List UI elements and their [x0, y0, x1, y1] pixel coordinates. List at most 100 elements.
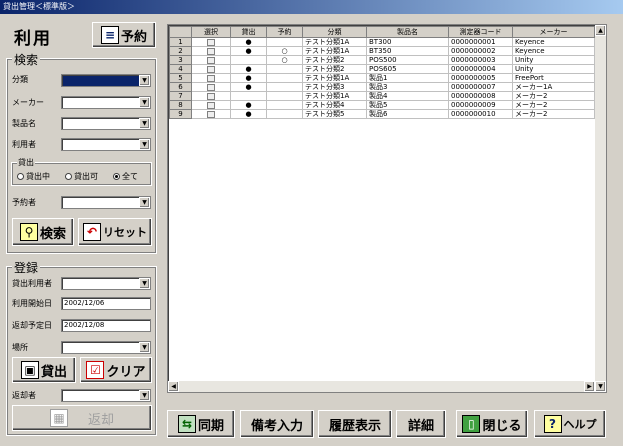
code-cell[interactable]: 0000000004 [448, 64, 513, 74]
select-cell[interactable] [191, 64, 231, 74]
select-checkbox-icon[interactable] [207, 65, 215, 73]
reserved-cell[interactable] [266, 37, 303, 47]
lent-cell[interactable]: ● [230, 100, 267, 110]
table-row[interactable]: 4 ● テスト分類2 POS605 0000000004 Unity [169, 64, 595, 74]
return-button[interactable]: ▦ 返却 [12, 405, 152, 431]
history-button[interactable]: 履歴表示 [318, 410, 392, 438]
return-date-field[interactable]: 2002/12/08 [61, 319, 151, 332]
chevron-down-icon[interactable]: ▼ [139, 342, 150, 353]
lent-cell[interactable]: ● [230, 64, 267, 74]
code-cell[interactable]: 0000000003 [448, 55, 513, 65]
scroll-left-icon[interactable]: ◀ [168, 381, 179, 392]
table-row[interactable]: 6 ● テスト分類3 製品3 0000000007 メーカー1A [169, 82, 595, 92]
code-cell[interactable]: 0000000007 [448, 82, 513, 92]
table-row[interactable]: 3 ○ テスト分類2 POS500 0000000003 Unity [169, 55, 595, 65]
table-row[interactable]: 9 ● テスト分類5 製品6 0000000010 メーカー2 [169, 109, 595, 119]
product-cell[interactable]: 製品6 [366, 109, 449, 119]
scroll-up-icon[interactable]: ▲ [595, 25, 606, 36]
col-lent[interactable]: 貸出 [230, 26, 267, 38]
select-checkbox-icon[interactable] [207, 110, 215, 118]
table-row[interactable]: 7 テスト分類1A 製品4 0000000008 メーカー2 [169, 91, 595, 101]
code-cell[interactable]: 0000000009 [448, 100, 513, 110]
radio-available[interactable]: 貸出可 [65, 171, 98, 182]
select-cell[interactable] [191, 109, 231, 119]
scroll-right-icon[interactable]: ▶ [584, 381, 595, 392]
user-select[interactable]: ▼ [61, 138, 151, 151]
col-category[interactable]: 分類 [302, 26, 367, 38]
lent-cell[interactable] [230, 91, 267, 101]
code-cell[interactable]: 0000000008 [448, 91, 513, 101]
radio-lent[interactable]: 貸出中 [17, 171, 50, 182]
product-cell[interactable]: 製品1 [366, 73, 449, 83]
product-cell[interactable]: POS605 [366, 64, 449, 74]
product-cell[interactable]: BT300 [366, 37, 449, 47]
maker-cell[interactable]: Keyence [512, 37, 595, 47]
product-cell[interactable]: BT350 [366, 46, 449, 56]
category-select[interactable]: ▼ [61, 74, 151, 87]
table-row[interactable]: 8 ● テスト分類4 製品5 0000000009 メーカー2 [169, 100, 595, 110]
chevron-down-icon[interactable]: ▼ [139, 118, 150, 129]
radio-button[interactable] [113, 173, 120, 180]
chevron-down-icon[interactable]: ▼ [139, 97, 150, 108]
lend-button[interactable]: ▣ 貸出 [12, 357, 76, 383]
maker-cell[interactable]: メーカー2 [512, 100, 595, 110]
clear-button[interactable]: ☑ クリア [80, 357, 152, 383]
start-date-field[interactable]: 2002/12/06 [61, 297, 151, 310]
reserved-cell[interactable]: ○ [266, 55, 303, 65]
select-cell[interactable] [191, 37, 231, 47]
chevron-down-icon[interactable]: ▼ [139, 75, 150, 86]
category-cell[interactable]: テスト分類1A [302, 46, 367, 56]
reserved-cell[interactable] [266, 64, 303, 74]
maker-cell[interactable]: メーカー2 [512, 91, 595, 101]
help-button[interactable]: ? ヘルプ [534, 410, 606, 438]
select-cell[interactable] [191, 55, 231, 65]
reserve-button[interactable]: ≡ 予約 [92, 22, 156, 48]
category-cell[interactable]: テスト分類1A [302, 91, 367, 101]
product-cell[interactable]: 製品3 [366, 82, 449, 92]
maker-cell[interactable]: Unity [512, 64, 595, 74]
lent-cell[interactable]: ● [230, 109, 267, 119]
reset-button[interactable]: ↶ リセット [78, 218, 152, 246]
maker-cell[interactable]: メーカー1A [512, 82, 595, 92]
col-code[interactable]: 測定器コード [448, 26, 513, 38]
category-cell[interactable]: テスト分類5 [302, 109, 367, 119]
select-checkbox-icon[interactable] [207, 83, 215, 91]
lent-cell[interactable] [230, 55, 267, 65]
col-product[interactable]: 製品名 [366, 26, 449, 38]
radio-all[interactable]: 全て [113, 171, 138, 182]
code-cell[interactable]: 0000000010 [448, 109, 513, 119]
select-checkbox-icon[interactable] [207, 101, 215, 109]
close-button[interactable]: ▯ 閉じる [456, 410, 528, 438]
select-checkbox-icon[interactable] [207, 92, 215, 100]
table-row[interactable]: 2 ● ○ テスト分類1A BT350 0000000002 Keyence [169, 46, 595, 56]
select-checkbox-icon[interactable] [207, 56, 215, 64]
note-button[interactable]: 備考入力 [240, 410, 314, 438]
select-cell[interactable] [191, 82, 231, 92]
col-reserved[interactable]: 予約 [266, 26, 303, 38]
detail-button[interactable]: 詳細 [396, 410, 446, 438]
lent-cell[interactable]: ● [230, 73, 267, 83]
lent-cell[interactable]: ● [230, 37, 267, 47]
category-cell[interactable]: テスト分類1A [302, 73, 367, 83]
vertical-scrollbar[interactable]: ▲ ▼ [595, 25, 606, 392]
select-cell[interactable] [191, 100, 231, 110]
chevron-down-icon[interactable]: ▼ [139, 197, 150, 208]
table-row[interactable]: 5 ● テスト分類1A 製品1 0000000005 FreePort [169, 73, 595, 83]
select-cell[interactable] [191, 73, 231, 83]
reserved-cell[interactable] [266, 73, 303, 83]
reserved-cell[interactable] [266, 91, 303, 101]
product-cell[interactable]: POS500 [366, 55, 449, 65]
category-cell[interactable]: テスト分類2 [302, 64, 367, 74]
select-checkbox-icon[interactable] [207, 74, 215, 82]
chevron-down-icon[interactable]: ▼ [139, 278, 150, 289]
category-cell[interactable]: テスト分類2 [302, 55, 367, 65]
product-cell[interactable]: 製品4 [366, 91, 449, 101]
reserved-cell[interactable]: ○ [266, 46, 303, 56]
code-cell[interactable]: 0000000001 [448, 37, 513, 47]
product-cell[interactable]: 製品5 [366, 100, 449, 110]
reserver-select[interactable]: ▼ [61, 196, 151, 209]
col-maker[interactable]: メーカー [512, 26, 595, 38]
select-checkbox-icon[interactable] [207, 47, 215, 55]
scroll-down-icon[interactable]: ▼ [595, 381, 606, 392]
code-cell[interactable]: 0000000005 [448, 73, 513, 83]
